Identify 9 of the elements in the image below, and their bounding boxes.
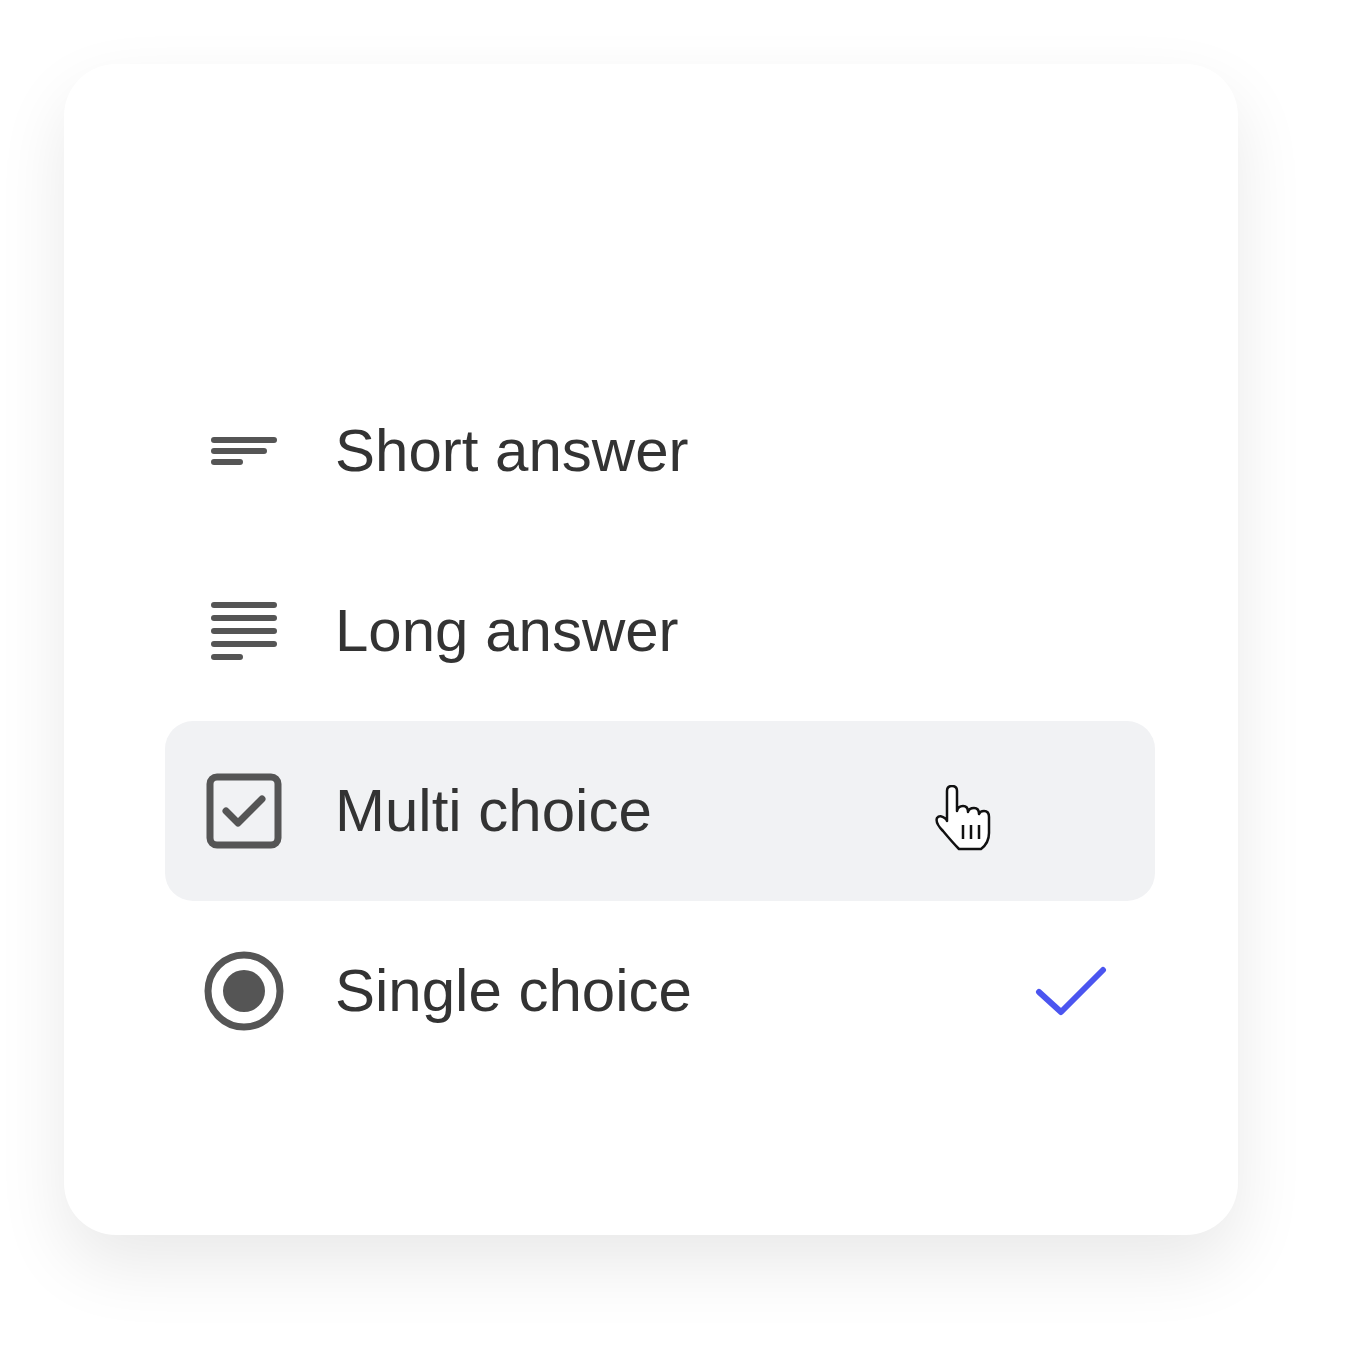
short-text-icon xyxy=(211,437,277,465)
item-label: Single choice xyxy=(335,956,692,1026)
item-label: Multi choice xyxy=(335,776,652,846)
item-label: Short answer xyxy=(335,416,689,486)
checkbox-icon xyxy=(206,773,282,849)
radio-button-icon xyxy=(203,950,285,1032)
paragraph-icon xyxy=(211,602,277,660)
menu-item[interactable]: Multi choice xyxy=(165,721,1155,901)
item-label: Long answer xyxy=(335,596,679,666)
